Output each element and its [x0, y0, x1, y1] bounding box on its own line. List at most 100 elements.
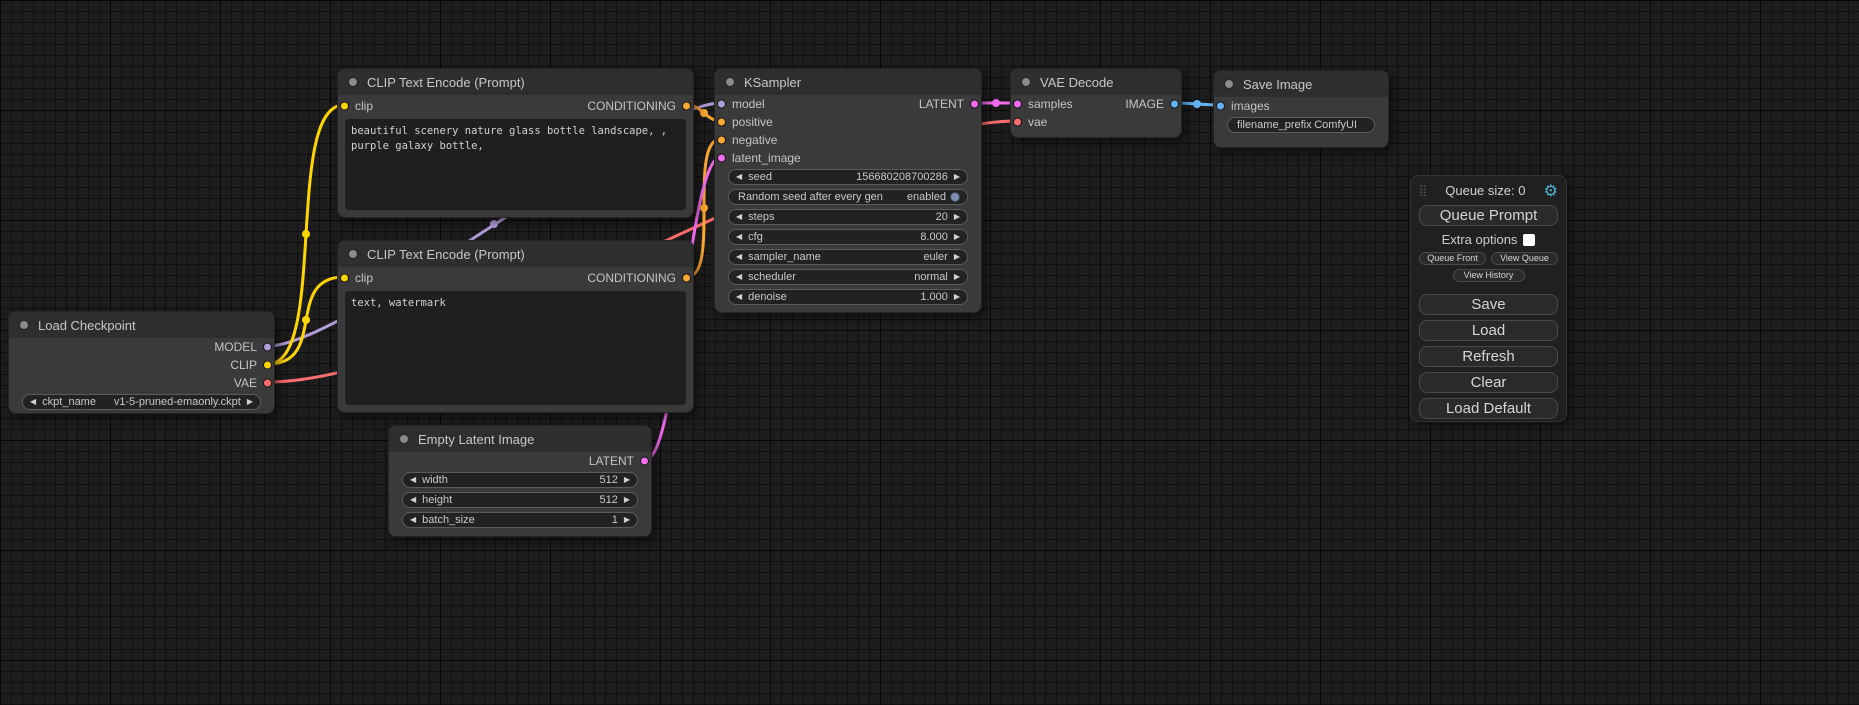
widget-cfg[interactable]: ◀ cfg 8.000 ▶: [728, 229, 968, 245]
input-label-samples: samples: [1028, 97, 1073, 111]
increment-arrow-icon[interactable]: ▶: [247, 398, 253, 406]
decrement-arrow-icon[interactable]: ◀: [736, 213, 742, 221]
node-clip-text-encode-positive[interactable]: CLIP Text Encode (Prompt) clip CONDITION…: [337, 68, 694, 218]
node-vae-decode[interactable]: VAE Decode samples IMAGE vae: [1010, 68, 1182, 138]
decrement-arrow-icon[interactable]: ◀: [736, 253, 742, 261]
widget-label: denoise: [748, 291, 787, 303]
widget-random-seed-toggle[interactable]: Random seed after every gen enabled: [728, 189, 968, 205]
save-button[interactable]: Save: [1419, 294, 1558, 315]
collapse-dot-icon[interactable]: [1021, 77, 1031, 87]
output-slot-conditioning[interactable]: [682, 274, 691, 283]
input-label-negative: negative: [732, 133, 777, 147]
widget-label: batch_size: [422, 514, 475, 526]
widget-value: v1-5-pruned-emaonly.ckpt: [114, 396, 241, 408]
widget-width[interactable]: ◀ width 512 ▶: [402, 472, 638, 488]
collapse-dot-icon[interactable]: [348, 77, 358, 87]
node-title-bar[interactable]: KSampler: [715, 69, 981, 95]
input-slot-positive[interactable]: [717, 118, 726, 127]
node-title-bar[interactable]: CLIP Text Encode (Prompt): [338, 241, 693, 267]
output-slot-model[interactable]: [263, 343, 272, 352]
increment-arrow-icon[interactable]: ▶: [954, 233, 960, 241]
increment-arrow-icon[interactable]: ▶: [954, 273, 960, 281]
decrement-arrow-icon[interactable]: ◀: [736, 233, 742, 241]
input-slot-clip[interactable]: [340, 102, 349, 111]
toggle-dot-icon[interactable]: [950, 192, 960, 202]
output-slot-conditioning[interactable]: [682, 102, 691, 111]
prompt-textarea[interactable]: beautiful scenery nature glass bottle la…: [345, 119, 686, 210]
decrement-arrow-icon[interactable]: ◀: [736, 173, 742, 181]
widget-seed[interactable]: ◀ seed 156680208700286 ▶: [728, 169, 968, 185]
view-queue-button[interactable]: View Queue: [1491, 252, 1558, 265]
extra-options-checkbox[interactable]: [1523, 234, 1535, 246]
prompt-textarea[interactable]: text, watermark: [345, 291, 686, 405]
input-slot-negative[interactable]: [717, 136, 726, 145]
link-dot: [302, 230, 310, 238]
widget-filename-prefix[interactable]: filename_prefix ComfyUI: [1227, 117, 1375, 133]
load-button[interactable]: Load: [1419, 320, 1558, 341]
decrement-arrow-icon[interactable]: ◀: [410, 476, 416, 484]
node-clip-text-encode-negative[interactable]: CLIP Text Encode (Prompt) clip CONDITION…: [337, 240, 694, 413]
input-slot-latent-image[interactable]: [717, 154, 726, 163]
wire-clip-to-negative: [268, 277, 344, 364]
input-label-vae: vae: [1028, 115, 1047, 129]
input-slot-images[interactable]: [1216, 102, 1225, 111]
input-label-positive: positive: [732, 115, 773, 129]
drag-handle-icon[interactable]: ⣿: [1419, 184, 1427, 197]
widget-denoise[interactable]: ◀ denoise 1.000 ▶: [728, 289, 968, 305]
node-load-checkpoint[interactable]: Load Checkpoint MODEL CLIP VAE ◀ ckpt_na…: [8, 311, 275, 414]
collapse-dot-icon[interactable]: [1224, 79, 1234, 89]
output-slot-image[interactable]: [1170, 100, 1179, 109]
collapse-dot-icon[interactable]: [19, 320, 29, 330]
decrement-arrow-icon[interactable]: ◀: [410, 516, 416, 524]
increment-arrow-icon[interactable]: ▶: [954, 173, 960, 181]
settings-gear-icon[interactable]: ⚙: [1544, 181, 1558, 200]
increment-arrow-icon[interactable]: ▶: [954, 253, 960, 261]
decrement-arrow-icon[interactable]: ◀: [736, 273, 742, 281]
node-ksampler[interactable]: KSampler model LATENT positive negative …: [714, 68, 982, 313]
queue-front-button[interactable]: Queue Front: [1419, 252, 1486, 265]
node-title-bar[interactable]: VAE Decode: [1011, 69, 1181, 95]
increment-arrow-icon[interactable]: ▶: [954, 213, 960, 221]
node-title: VAE Decode: [1040, 75, 1113, 90]
widget-steps[interactable]: ◀ steps 20 ▶: [728, 209, 968, 225]
widget-label: ckpt_name: [42, 396, 96, 408]
increment-arrow-icon[interactable]: ▶: [624, 476, 630, 484]
increment-arrow-icon[interactable]: ▶: [624, 496, 630, 504]
increment-arrow-icon[interactable]: ▶: [954, 293, 960, 301]
node-empty-latent-image[interactable]: Empty Latent Image LATENT ◀ width 512 ▶ …: [388, 425, 652, 537]
queue-prompt-button[interactable]: Queue Prompt: [1419, 205, 1558, 226]
output-slot-latent[interactable]: [970, 100, 979, 109]
refresh-button[interactable]: Refresh: [1419, 346, 1558, 367]
input-label-latent-image: latent_image: [732, 151, 801, 165]
node-save-image[interactable]: Save Image images filename_prefix ComfyU…: [1213, 70, 1389, 148]
decrement-arrow-icon[interactable]: ◀: [736, 293, 742, 301]
input-label-clip: clip: [355, 99, 373, 113]
widget-ckpt-name[interactable]: ◀ ckpt_name v1-5-pruned-emaonly.ckpt ▶: [22, 394, 261, 410]
collapse-dot-icon[interactable]: [399, 434, 409, 444]
widget-sampler-name[interactable]: ◀ sampler_name euler ▶: [728, 249, 968, 265]
output-slot-latent[interactable]: [640, 457, 649, 466]
input-slot-vae[interactable]: [1013, 118, 1022, 127]
collapse-dot-icon[interactable]: [348, 249, 358, 259]
load-default-button[interactable]: Load Default: [1419, 398, 1558, 419]
node-title-bar[interactable]: Empty Latent Image: [389, 426, 651, 452]
output-slot-vae[interactable]: [263, 379, 272, 388]
widget-scheduler[interactable]: ◀ scheduler normal ▶: [728, 269, 968, 285]
decrement-arrow-icon[interactable]: ◀: [410, 496, 416, 504]
decrement-arrow-icon[interactable]: ◀: [30, 398, 36, 406]
input-slot-samples[interactable]: [1013, 100, 1022, 109]
collapse-dot-icon[interactable]: [725, 77, 735, 87]
increment-arrow-icon[interactable]: ▶: [624, 516, 630, 524]
node-title: KSampler: [744, 75, 801, 90]
widget-batch-size[interactable]: ◀ batch_size 1 ▶: [402, 512, 638, 528]
node-title-bar[interactable]: Save Image: [1214, 71, 1388, 97]
view-history-button[interactable]: View History: [1453, 269, 1525, 282]
node-title-bar[interactable]: Load Checkpoint: [9, 312, 274, 338]
input-slot-clip[interactable]: [340, 274, 349, 283]
output-slot-clip[interactable]: [263, 361, 272, 370]
widget-label: Random seed after every gen: [738, 191, 883, 203]
node-title-bar[interactable]: CLIP Text Encode (Prompt): [338, 69, 693, 95]
input-slot-model[interactable]: [717, 100, 726, 109]
widget-height[interactable]: ◀ height 512 ▶: [402, 492, 638, 508]
clear-button[interactable]: Clear: [1419, 372, 1558, 393]
